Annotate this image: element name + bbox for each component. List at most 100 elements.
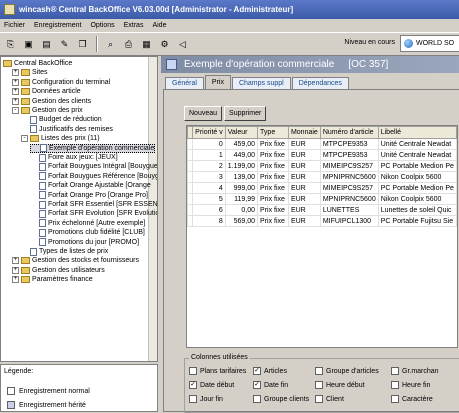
table-cell[interactable]: PC Portable Medion Pe <box>377 182 457 194</box>
table-cell[interactable]: 459,00 <box>224 138 259 150</box>
table-cell[interactable]: EUR <box>287 171 321 183</box>
table-row[interactable]: 1 449,00 Prix fixe EUR MTPCPE9353 Unité Centr… <box>187 149 457 161</box>
table-cell[interactable]: Prix fixe <box>257 182 289 194</box>
level-select[interactable]: WORLD SO <box>400 35 459 52</box>
table-cell[interactable]: Unité Centrale Newdat <box>377 149 457 161</box>
table-cell[interactable]: 139,00 <box>224 171 259 183</box>
table-row[interactable]: 4 999,00 Prix fixe EUR MIMEIPC9S257 PC Portab… <box>187 182 457 194</box>
table-cell[interactable]: EUR <box>287 149 321 161</box>
table-cell[interactable]: MIMEIPC9S257 <box>319 160 379 172</box>
tree-item[interactable]: + Données article <box>12 87 81 96</box>
column-header[interactable]: Monnaie <box>287 126 321 139</box>
tree-item[interactable]: Forfait Bouygues Référence [Bouyg <box>30 172 157 181</box>
table-cell[interactable]: MTPCPE9353 <box>319 149 379 161</box>
table-cell[interactable]: EUR <box>287 204 321 216</box>
column-checkbox[interactable]: Heure fin <box>391 381 430 389</box>
checked-box-icon[interactable]: ✓ <box>253 381 261 389</box>
unchecked-box-icon[interactable] <box>253 395 261 403</box>
table-cell[interactable]: 4 <box>192 182 226 194</box>
table-cell[interactable]: 8 <box>192 215 226 227</box>
table-cell[interactable]: Lunettes de soleil Quic <box>377 204 457 216</box>
expand-icon[interactable]: + <box>12 78 19 86</box>
table-cell[interactable]: EUR <box>287 160 321 172</box>
collapse-icon[interactable]: - <box>21 135 28 143</box>
table-cell[interactable]: MPNIPRNC5600 <box>319 193 379 205</box>
tree-item[interactable]: Promotions du jour [PROMO] <box>30 238 139 247</box>
table-cell[interactable]: 569,00 <box>224 215 259 227</box>
tab-dependances[interactable]: Dépendances <box>291 77 349 89</box>
expand-icon[interactable]: + <box>12 257 19 265</box>
table-cell[interactable]: EUR <box>287 215 321 227</box>
table-cell[interactable]: 999,00 <box>224 182 259 194</box>
tree-item[interactable]: + Paramètres finance <box>12 275 93 284</box>
tree-item[interactable]: Forfait Bouygues Intégral [Bouygue <box>30 162 157 171</box>
column-header[interactable]: Priorité v <box>192 126 226 139</box>
tree-item[interactable]: Promotions club fidélité [CLUB] <box>30 228 145 237</box>
delete-button[interactable]: Supprimer <box>224 106 267 121</box>
tab-prix[interactable]: Prix <box>204 75 231 89</box>
unchecked-box-icon[interactable] <box>189 367 197 375</box>
column-checkbox[interactable]: ✓ Date fin <box>253 381 288 389</box>
table-cell[interactable]: 1 <box>192 149 226 161</box>
menu-aide[interactable]: Aide <box>152 22 166 29</box>
speaker-icon[interactable]: ◁ <box>174 36 191 53</box>
tree-item[interactable]: - Listes des prix (11) <box>21 134 100 143</box>
table-cell[interactable]: 3 <box>192 171 226 183</box>
column-checkbox[interactable]: Groupe clients <box>253 395 309 403</box>
search-icon[interactable]: ⌕ <box>102 36 119 53</box>
table-cell[interactable]: Prix fixe <box>257 171 289 183</box>
tree-item[interactable]: Exemple d'opération commerciale <box>30 143 156 153</box>
table-row[interactable]: 2 1.199,00 Prix fixe EUR MIMEIPC9S257 PC Port… <box>187 160 457 172</box>
settings-icon[interactable]: ⚙ <box>156 36 173 53</box>
column-header[interactable]: Valeur <box>224 126 259 139</box>
column-checkbox[interactable]: Jour fin <box>189 395 223 403</box>
tree-item[interactable]: Central BackOffice <box>3 59 72 68</box>
unchecked-box-icon[interactable] <box>391 381 399 389</box>
tree-item[interactable]: + Gestion des stocks et fournisseurs <box>12 256 139 265</box>
table-cell[interactable]: PC Portable Medion Pe <box>377 160 457 172</box>
table-cell[interactable]: 2 <box>192 160 226 172</box>
checked-box-icon[interactable]: ✓ <box>253 367 261 375</box>
new-document-icon[interactable]: ⎘ <box>2 36 19 53</box>
table-row[interactable]: 0 459,00 Prix fixe EUR MTPCPE9353 Unité Centr… <box>187 138 457 150</box>
column-checkbox[interactable]: Plans tarifaires <box>189 367 246 375</box>
table-cell[interactable]: EUR <box>287 193 321 205</box>
column-checkbox[interactable]: Groupe d'articles <box>315 367 379 375</box>
tree-item[interactable]: + Gestion des clients <box>12 97 91 106</box>
table-cell[interactable]: Nikon Coolpix 5600 <box>377 171 457 183</box>
tree-item[interactable]: Justificatifs des remises <box>21 125 113 134</box>
table-cell[interactable]: Unité Centrale Newdat <box>377 138 457 150</box>
column-checkbox[interactable]: ✓ Articles <box>253 367 287 375</box>
menu-fichier[interactable]: Fichier <box>4 22 25 29</box>
table-cell[interactable]: EUR <box>287 182 321 194</box>
collapse-icon[interactable]: - <box>12 107 19 114</box>
table-cell[interactable]: 1.199,00 <box>224 160 259 172</box>
tree-item[interactable]: Foire aux jeux: [JEUX] <box>30 153 118 162</box>
tree-item[interactable]: Prix échelonné [Autre exemple] <box>30 219 145 228</box>
table-cell[interactable]: Prix fixe <box>257 215 289 227</box>
table-cell[interactable]: MIFUIPCL1300 <box>319 215 379 227</box>
tab-general[interactable]: Général <box>165 77 204 89</box>
table-cell[interactable]: PC Portable Fujitsu Sie <box>377 215 457 227</box>
table-cell[interactable]: 0,00 <box>224 204 259 216</box>
column-checkbox[interactable]: Client <box>315 395 344 403</box>
new-button[interactable]: Nouveau <box>184 106 223 121</box>
tree-item[interactable]: Forfait Orange Ajustable [Orange <box>30 181 151 190</box>
column-header[interactable]: Numéro d'article <box>319 126 379 139</box>
checked-box-icon[interactable]: ✓ <box>189 381 197 389</box>
table-cell[interactable]: Prix fixe <box>257 138 289 150</box>
table-row[interactable]: 8 569,00 Prix fixe EUR MIFUIPCL1300 PC Portab… <box>187 215 457 227</box>
tree-item[interactable]: Forfait Orange Pro [Orange Pro] <box>30 191 148 200</box>
expand-icon[interactable]: + <box>12 69 19 77</box>
tab-champs-suppl[interactable]: Champs suppl <box>231 77 291 89</box>
column-header[interactable]: Type <box>257 126 289 139</box>
tree-item[interactable]: + Configuration du terminal <box>12 78 110 87</box>
expand-icon[interactable]: + <box>12 97 19 105</box>
column-checkbox[interactable]: Gr.marchan <box>391 367 439 375</box>
menu-enregistrement[interactable]: Enregistrement <box>34 22 81 29</box>
edit-icon[interactable]: ✎ <box>56 36 73 53</box>
tree-item[interactable]: Budget de réduction <box>21 115 102 124</box>
tree-item[interactable]: Types de listes de prix <box>21 247 108 256</box>
tree-item[interactable]: Forfait SFR Essentiel [SFR ESSENT <box>30 200 157 209</box>
print-icon[interactable]: ⎙ <box>120 36 137 53</box>
